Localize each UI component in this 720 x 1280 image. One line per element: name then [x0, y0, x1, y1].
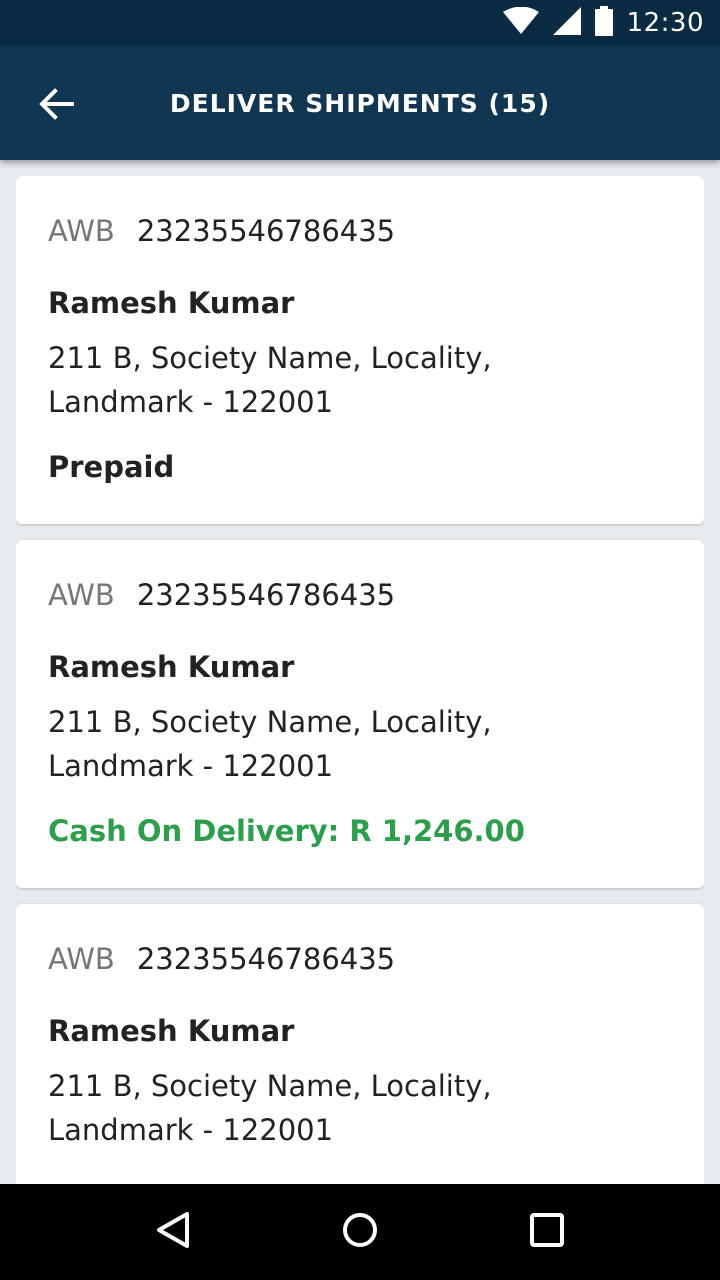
customer-address: 211 B, Society Name, Locality, Landmark … — [48, 1064, 492, 1152]
customer-name: Ramesh Kumar — [48, 650, 295, 684]
customer-name: Ramesh Kumar — [48, 1014, 295, 1048]
page-title: DELIVER SHIPMENTS (15) — [169, 88, 551, 118]
nav-home-button[interactable] — [320, 1192, 400, 1272]
nav-back-button[interactable] — [133, 1192, 213, 1272]
address-line-1: 211 B, Society Name, Locality, — [48, 1069, 492, 1103]
back-button[interactable] — [30, 80, 82, 132]
customer-address: 211 B, Society Name, Locality, Landmark … — [48, 336, 492, 424]
status-time: 12:30 — [626, 8, 704, 38]
wifi-icon — [502, 6, 539, 39]
address-line-1: 211 B, Society Name, Locality, — [48, 705, 492, 739]
awb-row: AWB 23235546786435 — [48, 942, 395, 976]
back-arrow-icon — [38, 88, 74, 124]
awb-row: AWB 23235546786435 — [48, 578, 395, 612]
payment-status: Prepaid — [48, 450, 175, 484]
home-circle-icon — [342, 1212, 378, 1252]
awb-label: AWB — [48, 578, 115, 612]
awb-row: AWB 23235546786435 — [48, 214, 395, 248]
system-nav-bar — [0, 1184, 720, 1280]
shipment-list[interactable]: AWB 23235546786435 Ramesh Kumar 211 B, So… — [16, 176, 704, 1184]
awb-number: 23235546786435 — [136, 578, 396, 612]
back-triangle-icon — [155, 1211, 191, 1253]
recents-square-icon — [529, 1213, 564, 1251]
awb-number: 23235546786435 — [136, 942, 396, 976]
address-line-2: Landmark - 122001 — [48, 749, 334, 783]
awb-number: 23235546786435 — [136, 214, 396, 248]
app-bar: DELIVER SHIPMENTS (15) — [0, 46, 720, 160]
shipment-card[interactable]: AWB 23235546786435 Ramesh Kumar 211 B, So… — [16, 904, 704, 1184]
status-bar: 12:30 — [0, 0, 720, 46]
nav-recents-button[interactable] — [507, 1192, 587, 1272]
customer-name: Ramesh Kumar — [48, 286, 295, 320]
payment-status-cod: Cash On Delivery: R 1,246.00 — [48, 814, 525, 848]
battery-icon — [594, 6, 613, 40]
awb-label: AWB — [48, 942, 115, 976]
address-line-1: 211 B, Society Name, Locality, — [48, 341, 492, 375]
address-line-2: Landmark - 122001 — [48, 1113, 334, 1147]
shipment-card[interactable]: AWB 23235546786435 Ramesh Kumar 211 B, So… — [16, 540, 704, 888]
signal-icon — [552, 7, 581, 39]
customer-address: 211 B, Society Name, Locality, Landmark … — [48, 700, 492, 788]
awb-label: AWB — [48, 214, 115, 248]
address-line-2: Landmark - 122001 — [48, 385, 334, 419]
shipment-card[interactable]: AWB 23235546786435 Ramesh Kumar 211 B, So… — [16, 176, 704, 524]
